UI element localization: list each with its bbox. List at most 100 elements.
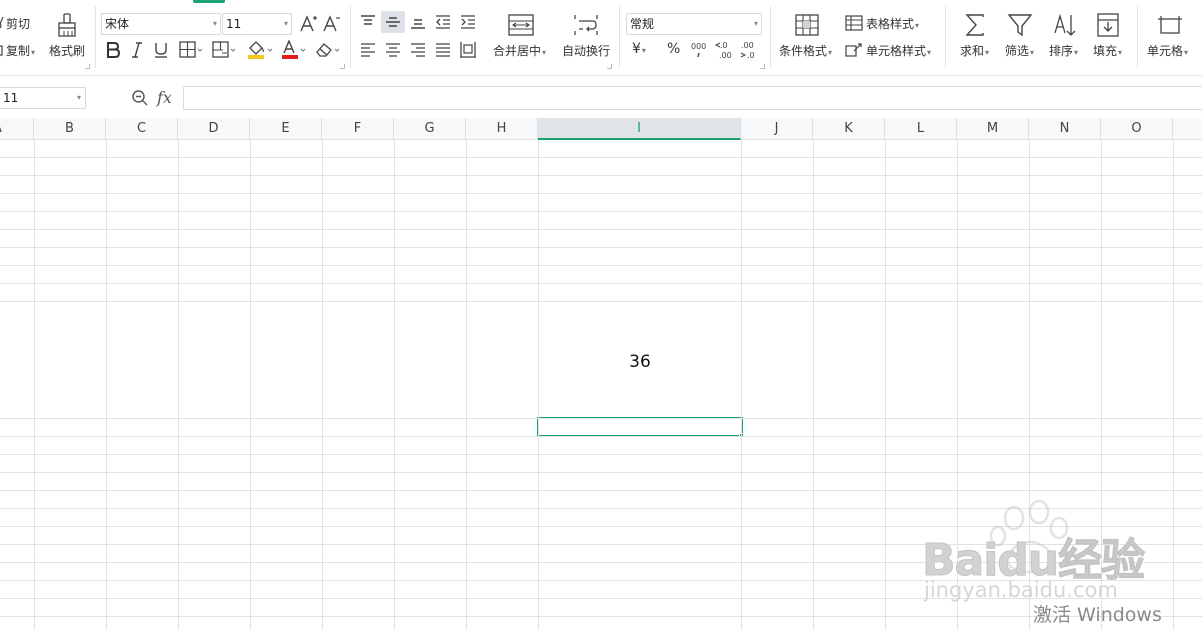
format-painter-button[interactable]: 格式刷	[49, 44, 85, 58]
align-right-icon[interactable]	[409, 42, 427, 58]
zoom-search-icon[interactable]	[131, 89, 149, 107]
wrap-text-button[interactable]: 自动换行	[562, 44, 610, 58]
grid-row-line	[0, 418, 1202, 419]
copy-button[interactable]: 复制▾	[6, 44, 35, 60]
svg-text:000: 000	[691, 42, 706, 51]
wrap-text-icon[interactable]	[573, 14, 599, 36]
alignment-group-launcher[interactable]	[607, 64, 612, 69]
formula-input[interactable]	[183, 86, 1202, 110]
column-header-e[interactable]: E	[250, 118, 322, 140]
ribbon-separator	[619, 6, 620, 68]
grid-row-line	[0, 211, 1202, 212]
baidu-watermark-site: jingyan.baidu.com	[924, 578, 1118, 602]
function-wizard-button[interactable]: fx	[157, 88, 172, 107]
table-style-button[interactable]: 表格样式▾	[866, 17, 919, 33]
borders-icon[interactable]	[179, 41, 203, 59]
cut-icon[interactable]	[0, 17, 4, 29]
decrease-indent-icon[interactable]	[434, 14, 452, 30]
column-header-a[interactable]: A	[0, 118, 34, 140]
align-top-icon[interactable]	[359, 14, 377, 30]
align-bottom-icon[interactable]	[409, 14, 427, 30]
align-center-icon[interactable]	[384, 42, 402, 58]
copy-icon[interactable]	[0, 44, 4, 56]
grid-row-line	[0, 157, 1202, 158]
column-header-h[interactable]: H	[466, 118, 538, 140]
cell-format-icon[interactable]	[1157, 15, 1183, 37]
column-header-g[interactable]: G	[394, 118, 466, 140]
distribute-icon[interactable]	[459, 41, 477, 59]
increase-font-size-icon[interactable]	[299, 14, 319, 34]
ribbon-toolbar: 剪切 复制▾ 格式刷 宋体 ▾ 11 ▾ 合并居中▾ 自动换行 常规 ▾ ¥▾ …	[0, 0, 1202, 76]
percent-button[interactable]: %	[667, 42, 680, 56]
table-style-icon[interactable]	[845, 15, 863, 31]
fill-button[interactable]: 填充▾	[1093, 44, 1122, 60]
font-name-select[interactable]: 宋体 ▾	[101, 13, 221, 35]
cell-style-button[interactable]: 单元格样式▾	[866, 44, 931, 60]
grid-row-line	[0, 175, 1202, 176]
column-header-b[interactable]: B	[34, 118, 106, 140]
filter-button[interactable]: 筛选▾	[1005, 44, 1034, 60]
decrease-font-size-icon[interactable]	[322, 14, 342, 34]
conditional-format-icon[interactable]	[795, 14, 819, 36]
sum-button[interactable]: 求和▾	[960, 44, 989, 60]
filter-icon[interactable]	[1007, 13, 1033, 37]
increase-decimal-icon[interactable]: .0.00	[714, 39, 736, 61]
cell-value[interactable]: 36	[539, 350, 741, 374]
column-header-i[interactable]: I	[538, 118, 741, 140]
ribbon-separator	[95, 6, 96, 68]
thousands-separator-icon[interactable]: 000	[690, 40, 710, 60]
column-header-k[interactable]: K	[813, 118, 885, 140]
grid-column-line	[322, 140, 323, 630]
column-header-l[interactable]: L	[885, 118, 957, 140]
conditional-format-button[interactable]: 条件格式▾	[779, 44, 832, 60]
column-header-m[interactable]: M	[957, 118, 1029, 140]
decrease-decimal-icon[interactable]: .00.0	[739, 39, 761, 61]
grid-column-line	[885, 140, 886, 630]
sort-icon[interactable]	[1052, 13, 1078, 37]
cell-format-button[interactable]: 单元格▾	[1147, 44, 1188, 60]
justify-icon[interactable]	[434, 42, 452, 58]
currency-button[interactable]: ¥▾	[632, 42, 646, 58]
column-header-d[interactable]: D	[178, 118, 250, 140]
formula-bar: 11 ▾ fx	[0, 76, 1202, 118]
grid-column-line	[250, 140, 251, 630]
cut-button[interactable]: 剪切	[6, 17, 30, 31]
svg-text:.00: .00	[719, 51, 732, 60]
bold-icon[interactable]	[105, 41, 121, 59]
clear-format-icon[interactable]	[314, 41, 342, 59]
fill-icon[interactable]	[1096, 13, 1120, 37]
merge-style-icon[interactable]	[212, 41, 236, 59]
font-size-select[interactable]: 11 ▾	[222, 13, 292, 35]
grid-column-line	[34, 140, 35, 630]
column-header-j[interactable]: J	[741, 118, 813, 140]
italic-icon[interactable]	[130, 41, 144, 59]
merge-center-icon[interactable]	[508, 14, 534, 36]
name-box[interactable]: 11 ▾	[0, 87, 86, 109]
clipboard-group-launcher[interactable]	[85, 64, 90, 69]
font-color-icon[interactable]	[281, 40, 309, 60]
number-group-launcher[interactable]	[760, 64, 765, 69]
fill-color-icon[interactable]	[246, 40, 274, 60]
align-middle-icon[interactable]	[384, 14, 402, 30]
increase-indent-icon[interactable]	[459, 14, 477, 30]
align-left-icon[interactable]	[359, 42, 377, 58]
grid-row-line	[0, 229, 1202, 230]
format-painter-icon[interactable]	[56, 13, 78, 37]
merge-center-button[interactable]: 合并居中▾	[493, 44, 546, 60]
active-tab-indicator	[193, 0, 225, 3]
font-group-launcher[interactable]	[340, 64, 345, 69]
active-cell-selection[interactable]	[537, 417, 743, 437]
column-header-n[interactable]: N	[1029, 118, 1101, 140]
underline-icon[interactable]	[152, 41, 170, 59]
cell-style-icon[interactable]	[845, 42, 863, 58]
column-header-c[interactable]: C	[106, 118, 178, 140]
sort-button[interactable]: 排序▾	[1049, 44, 1078, 60]
sum-icon[interactable]	[963, 13, 987, 37]
ribbon-separator	[945, 6, 946, 68]
grid-column-line	[813, 140, 814, 630]
column-header-f[interactable]: F	[322, 118, 394, 140]
number-format-select[interactable]: 常规 ▾	[626, 13, 762, 35]
grid-row-line	[0, 472, 1202, 473]
windows-activation-watermark: 激活 Windows	[1033, 604, 1162, 626]
column-header-o[interactable]: O	[1101, 118, 1173, 140]
